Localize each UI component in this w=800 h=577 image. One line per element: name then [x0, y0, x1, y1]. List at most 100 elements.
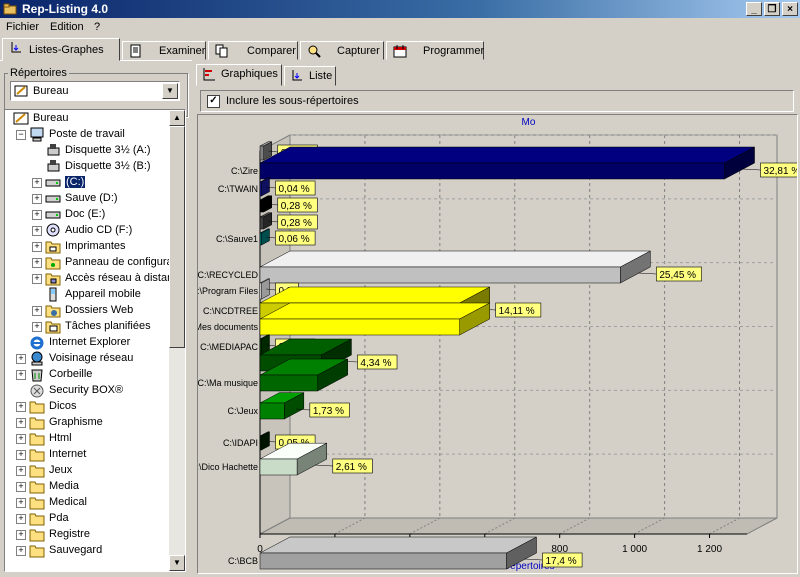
- tree-item[interactable]: + Accès réseau à distan: [5, 271, 174, 287]
- tree-item[interactable]: + Sauve (D:): [5, 191, 171, 207]
- tab-capturer[interactable]: Capturer: [300, 41, 384, 60]
- tree-scrollbar[interactable]: ▲ ▼: [169, 110, 185, 571]
- tree-item[interactable]: + Pda: [5, 511, 171, 527]
- category-label: C:\MEDIAPAC: [200, 342, 258, 352]
- close-button[interactable]: ×: [782, 2, 798, 16]
- expand-icon[interactable]: +: [32, 178, 42, 188]
- tree-item-label: Accès réseau à distan: [65, 272, 174, 284]
- tree-item[interactable]: + Dossiers Web: [5, 303, 171, 319]
- category-label: C:\NCDTREE: [203, 306, 258, 316]
- tab-listes-graphes[interactable]: Listes-Graphes: [2, 38, 120, 61]
- folder-icon: [29, 401, 45, 414]
- include-subdirs-checkbox[interactable]: [207, 95, 220, 108]
- tree-item-label: Disquette 3½ (B:): [65, 160, 151, 172]
- tree-item[interactable]: + Panneau de configura: [5, 255, 173, 271]
- tree-item[interactable]: + Corbeille: [5, 367, 171, 383]
- directory-size-chart: Mo02004006008001 0001 200Taille des répe…: [198, 117, 797, 572]
- expand-icon[interactable]: +: [32, 322, 42, 332]
- bar: [259, 458, 298, 476]
- tree-item[interactable]: + Registre: [5, 527, 171, 543]
- tab-programmer[interactable]: Programmer: [386, 41, 484, 60]
- minimize-button[interactable]: _: [746, 2, 762, 16]
- bar: [259, 552, 507, 570]
- tab-comparer[interactable]: Comparer: [208, 41, 298, 60]
- include-subdirs-label[interactable]: Inclure les sous-répertoires: [226, 95, 359, 107]
- category-label: C:\IDAPI: [223, 438, 258, 448]
- tree-item[interactable]: + Tâches planifiées: [5, 319, 171, 335]
- tree-item[interactable]: + Dicos: [5, 399, 171, 415]
- category-label: C:\Jeux: [227, 406, 258, 416]
- tree-item[interactable]: Security BOX®: [5, 383, 171, 399]
- tree-item[interactable]: + (C:): [5, 175, 171, 191]
- computer-icon: [30, 127, 44, 142]
- capture-icon: [308, 45, 321, 58]
- directory-combo[interactable]: Bureau ▼: [10, 81, 180, 101]
- bar: [259, 402, 285, 420]
- expand-icon[interactable]: +: [32, 226, 42, 236]
- expand-icon[interactable]: +: [16, 546, 26, 556]
- chart-title: Mo: [522, 117, 536, 128]
- menu-fichier[interactable]: Fichier: [6, 21, 39, 33]
- tab-examiner[interactable]: Examiner: [122, 41, 206, 60]
- bar: [259, 162, 725, 180]
- expand-icon[interactable]: +: [16, 466, 26, 476]
- tree-item[interactable]: + Html: [5, 431, 171, 447]
- category-label: C:\Program Files: [198, 286, 258, 296]
- expand-icon[interactable]: +: [16, 482, 26, 492]
- chevron-down-icon[interactable]: ▼: [162, 83, 178, 99]
- bar-top: [259, 536, 537, 554]
- tree-item[interactable]: + Imprimantes: [5, 239, 171, 255]
- tree-item[interactable]: + Jeux: [5, 463, 171, 479]
- right-panel: Graphiques Liste Inclure les sous-répert…: [194, 60, 800, 576]
- expand-icon[interactable]: +: [16, 530, 26, 540]
- expand-icon[interactable]: +: [16, 434, 26, 444]
- schedule-icon: [393, 45, 407, 58]
- bar-top: [259, 250, 651, 268]
- tree-item[interactable]: Disquette 3½ (A:): [5, 143, 171, 159]
- expand-icon[interactable]: +: [16, 514, 26, 524]
- bar: [259, 374, 318, 392]
- tree-item-label: Pda: [49, 512, 69, 524]
- tree-item[interactable]: + Doc (E:): [5, 207, 171, 223]
- expand-icon[interactable]: +: [32, 306, 42, 316]
- tree-item[interactable]: Internet Explorer: [5, 335, 171, 351]
- tree-item-label: Medical: [49, 496, 87, 508]
- data-label: 17,4 %: [545, 556, 576, 567]
- scroll-down-button[interactable]: ▼: [169, 555, 185, 571]
- tree-item[interactable]: + Media: [5, 479, 171, 495]
- expand-icon[interactable]: +: [16, 450, 26, 460]
- scroll-up-button[interactable]: ▲: [169, 110, 185, 126]
- expand-icon[interactable]: +: [32, 210, 42, 220]
- tree-item[interactable]: − Poste de travail: [5, 127, 171, 143]
- list-icon: [292, 70, 302, 81]
- expand-icon[interactable]: +: [16, 402, 26, 412]
- expand-icon[interactable]: +: [32, 258, 42, 268]
- expand-icon[interactable]: +: [16, 354, 26, 364]
- menu-edition[interactable]: Edition: [50, 21, 84, 33]
- tree-item[interactable]: + Voisinage réseau: [5, 351, 171, 367]
- bar: [259, 318, 460, 336]
- scroll-thumb[interactable]: [169, 126, 185, 348]
- expand-icon[interactable]: +: [32, 274, 42, 284]
- expand-icon[interactable]: +: [16, 370, 26, 380]
- tree-item[interactable]: + Medical: [5, 495, 171, 511]
- tree-item[interactable]: + Internet: [5, 447, 171, 463]
- data-label-leader: [524, 558, 543, 561]
- collapse-icon[interactable]: −: [16, 130, 26, 140]
- tree-item[interactable]: + Graphisme: [5, 415, 171, 431]
- directory-tree[interactable]: Bureau − Poste de travail Disquette 3½ (A:)…: [4, 109, 186, 572]
- expand-icon[interactable]: +: [32, 194, 42, 204]
- menu-help[interactable]: ?: [94, 21, 100, 33]
- tab-liste[interactable]: Liste: [284, 66, 336, 86]
- tab-graphiques[interactable]: Graphiques: [196, 64, 282, 86]
- category-label: C:\Sauve1: [216, 234, 258, 244]
- maximize-button[interactable]: ❐: [764, 2, 780, 16]
- expand-icon[interactable]: +: [16, 498, 26, 508]
- expand-icon[interactable]: +: [16, 418, 26, 428]
- tree-item[interactable]: Bureau: [5, 111, 171, 127]
- tree-item[interactable]: Disquette 3½ (B:): [5, 159, 171, 175]
- tree-item[interactable]: + Audio CD (F:): [5, 223, 171, 239]
- tree-item[interactable]: + Sauvegard: [5, 543, 171, 559]
- expand-icon[interactable]: +: [32, 242, 42, 252]
- tree-item[interactable]: Appareil mobile: [5, 287, 171, 303]
